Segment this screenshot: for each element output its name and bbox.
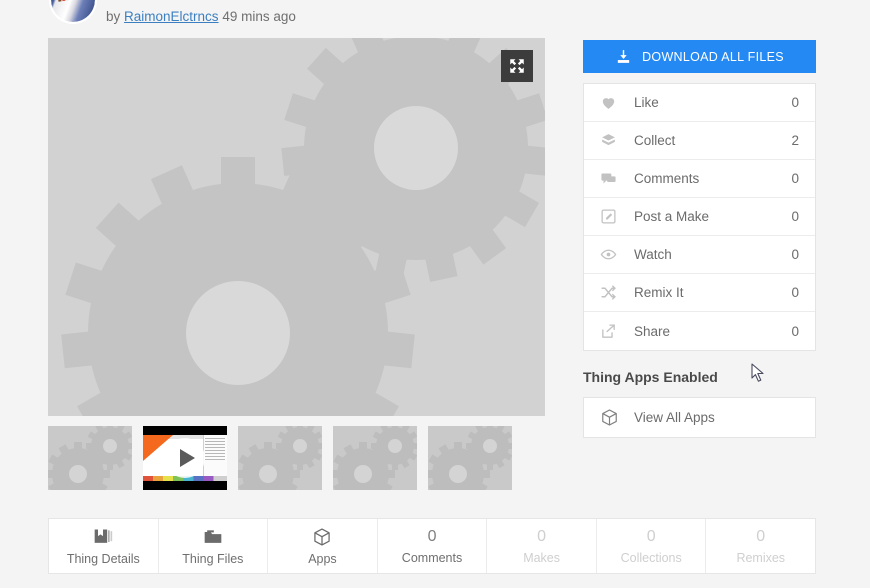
tab-label: Collections (620, 550, 682, 565)
main-image-viewer[interactable] (48, 38, 545, 416)
action-list: Like 0 Collect 2 Comments 0 Post a Make … (583, 83, 816, 351)
author-link[interactable]: RaimonElctrncs (124, 9, 219, 24)
comment-icon (600, 170, 634, 187)
byline-time: 49 mins ago (222, 9, 296, 24)
play-triangle (179, 449, 195, 467)
gear-thumb-graphic (238, 426, 322, 490)
action-row-collect[interactable]: Collect 2 (584, 122, 815, 160)
video-panel-lines (205, 438, 225, 462)
eye-icon (600, 246, 634, 263)
tab-label: Thing Files (182, 551, 244, 566)
tab-label: Remixes (736, 550, 786, 565)
action-count: 0 (791, 209, 799, 224)
page-root: by RaimonElctrncs 49 mins ago DOWNLOAD A… (0, 0, 870, 588)
thumbnail-item[interactable] (238, 426, 322, 490)
action-count: 0 (791, 171, 799, 186)
thumbnail-item[interactable] (48, 426, 132, 490)
action-label: Share (634, 323, 671, 339)
byline: by RaimonElctrncs 49 mins ago (48, 0, 548, 34)
folder-icon (203, 527, 223, 547)
tab-makes[interactable]: 0 Makes (487, 519, 597, 573)
heart-icon (600, 94, 634, 111)
tab-count: 0 (427, 527, 437, 545)
view-all-apps-button[interactable]: View All Apps (583, 397, 816, 438)
gears-placeholder-graphic (61, 38, 545, 416)
action-label: Remix It (634, 285, 684, 300)
tab-collections[interactable]: 0 Collections (597, 519, 707, 573)
edit-icon (600, 208, 634, 225)
action-label: Watch (634, 247, 672, 262)
avatar-image (51, 0, 95, 22)
view-all-apps-label: View All Apps (634, 410, 715, 425)
tab-label: Thing Details (66, 551, 140, 566)
tab-label: Comments (401, 550, 463, 565)
expand-button[interactable] (501, 50, 533, 82)
action-row-comments[interactable]: Comments 0 (584, 160, 815, 198)
book-icon (93, 527, 113, 547)
thumbnail-item[interactable] (333, 426, 417, 490)
action-label: Like (634, 95, 659, 110)
action-count: 0 (791, 323, 799, 339)
tab-remixes[interactable]: 0 Remixes (706, 519, 815, 573)
action-label: Collect (634, 133, 676, 148)
action-count: 2 (791, 133, 799, 148)
action-label: Comments (634, 171, 700, 186)
bottom-tabbar: Thing Details Thing Files Apps 0 Comment… (48, 518, 816, 574)
thumbnail-item[interactable] (428, 426, 512, 490)
mouse-pointer (751, 363, 765, 383)
right-sidebar: DOWNLOAD ALL FILES Like 0 Collect 2 Comm… (583, 40, 816, 438)
byline-text: by RaimonElctrncs 49 mins ago (106, 9, 296, 25)
action-row-share[interactable]: Share 0 (584, 312, 815, 350)
thumbnail-item-video[interactable] (143, 426, 227, 490)
video-right-panel (203, 435, 227, 481)
tab-count: 0 (646, 527, 656, 545)
expand-arrows-icon (510, 59, 524, 73)
share-icon (600, 323, 634, 340)
cube-icon (600, 408, 634, 427)
thing-apps-enabled-title: Thing Apps Enabled (583, 369, 718, 385)
download-all-files-label: DOWNLOAD ALL FILES (642, 49, 784, 64)
action-row-post-a-make[interactable]: Post a Make 0 (584, 198, 815, 236)
cube-icon (312, 527, 332, 547)
tab-apps[interactable]: Apps (268, 519, 378, 573)
action-label: Post a Make (634, 209, 710, 224)
tab-thing-files[interactable]: Thing Files (159, 519, 269, 573)
action-count: 0 (791, 247, 799, 262)
tab-thing-details[interactable]: Thing Details (49, 519, 159, 573)
action-row-like[interactable]: Like 0 (584, 84, 815, 122)
action-count: 0 (791, 95, 799, 110)
tab-label: Makes (523, 550, 561, 565)
avatar[interactable] (51, 0, 95, 22)
action-row-remix-it[interactable]: Remix It 0 (584, 274, 815, 312)
shuffle-icon (600, 284, 634, 301)
gear-thumb-graphic (48, 426, 132, 490)
tab-count: 0 (756, 527, 766, 545)
play-icon[interactable] (165, 438, 205, 478)
box-icon (600, 132, 634, 149)
action-count: 0 (791, 285, 799, 300)
tab-comments[interactable]: 0 Comments (378, 519, 488, 573)
action-row-watch[interactable]: Watch 0 (584, 236, 815, 274)
gear-thumb-graphic (333, 426, 417, 490)
thumbnail-strip (48, 426, 512, 490)
tab-label: Apps (308, 551, 337, 566)
byline-prefix: by (106, 9, 121, 24)
download-icon (617, 50, 630, 63)
download-all-files-button[interactable]: DOWNLOAD ALL FILES (583, 40, 816, 73)
tab-count: 0 (537, 527, 547, 545)
gear-thumb-graphic (428, 426, 512, 490)
